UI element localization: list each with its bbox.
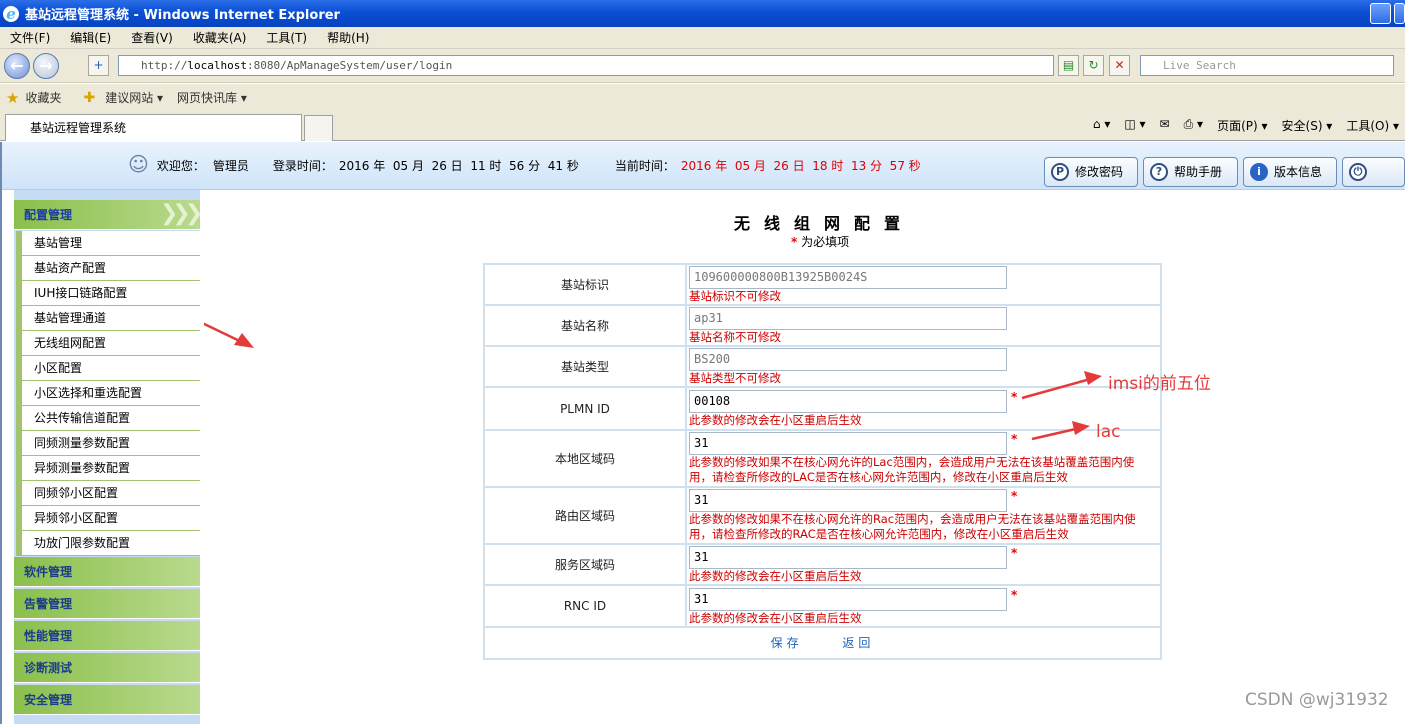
menu-tools[interactable]: 工具(T) [266, 29, 307, 46]
power-icon: ⏻ [1349, 163, 1367, 181]
section-security[interactable]: 安全管理 [14, 685, 200, 715]
annotation-lac: lac [1096, 422, 1121, 442]
section-config[interactable]: 配置管理 ❯❯❯ [14, 200, 203, 230]
search-input[interactable]: Live Search [1140, 55, 1394, 76]
menu-file[interactable]: 文件(F) [10, 29, 50, 46]
section-config-label: 配置管理 [24, 208, 73, 222]
address-prefix: http:// [141, 59, 188, 72]
menu-view[interactable]: 查看(V) [131, 29, 173, 46]
sidebar-item-inter-freq[interactable]: 异频测量参数配置 [16, 456, 200, 481]
sidebar-item-inter-neighbor[interactable]: 异频邻小区配置 [16, 506, 200, 531]
welcome-user: 管理员 [212, 159, 249, 173]
logout-button[interactable]: ⏻注 销 [1342, 157, 1405, 187]
command-bar: ⌂ ▾ ◫ ▾ ✉ ⎙ ▾ 页面(P) ▾ 安全(S) ▾ 工具(O) ▾ [1093, 117, 1399, 134]
section-alarm[interactable]: 告警管理 [14, 589, 200, 619]
new-tab-button[interactable] [304, 115, 333, 141]
forward-button[interactable]: → [33, 53, 59, 79]
feeds-icon[interactable]: ◫ ▾ [1124, 117, 1145, 134]
sidebar-item-station-mgmt[interactable]: 基站管理 [16, 231, 200, 256]
annotation-imsi: imsi的前五位 [1108, 374, 1211, 394]
info-icon: i [1250, 163, 1268, 181]
help-manual-button[interactable]: ? 帮助手册 [1143, 157, 1238, 187]
section-software[interactable]: 软件管理 [14, 557, 200, 587]
address-path: :8080/ApManageSystem/user/login [246, 59, 453, 72]
maximize-button[interactable] [1394, 3, 1405, 24]
menu-edit[interactable]: 编辑(E) [70, 29, 111, 46]
compat-icon[interactable]: ▤ [1058, 55, 1079, 76]
chevrons-icon: ❯❯❯ [160, 201, 203, 226]
sidebar-item-cell-config[interactable]: 小区配置 [16, 356, 200, 381]
page-viewport: ☺ 欢迎您： 管理员 登录时间： 2016 年 05 月 26 日 11 时 5… [0, 142, 1405, 724]
arrow-imsi [1021, 376, 1095, 400]
arrow-imsi-head [1084, 371, 1102, 385]
fav-web-slice[interactable]: 网页快讯库 ▾ [177, 89, 247, 106]
sidebar: 配置管理 ❯❯❯ 基站管理 基站资产配置 IUH接口链路配置 基站管理通道 无线… [2, 190, 204, 724]
stop-icon[interactable]: ✕ [1109, 55, 1130, 76]
login-time-label: 登录时间： [272, 159, 333, 173]
user-avatar-icon: ☺ [128, 152, 149, 176]
home-icon[interactable]: ⌂ ▾ [1093, 117, 1110, 134]
fav-suggested-sites[interactable]: 建议网站 ▾ [105, 89, 163, 106]
menu-favorites[interactable]: 收藏夹(A) [193, 29, 247, 46]
arrow-sidebar-head [234, 333, 254, 348]
sidebar-item-asset-config[interactable]: 基站资产配置 [16, 256, 200, 281]
favorites-label[interactable]: 收藏夹 [25, 89, 61, 106]
cmd-tools[interactable]: 工具(O) ▾ [1346, 117, 1399, 134]
address-host: localhost [187, 59, 247, 72]
sidebar-item-iuh-link[interactable]: IUH接口链路配置 [16, 281, 200, 306]
tab-bar: 基站远程管理系统 ⌂ ▾ ◫ ▾ ✉ ⎙ ▾ 页面(P) ▾ 安全(S) ▾ 工… [0, 111, 1405, 141]
sidebar-item-mgmt-channel[interactable]: 基站管理通道 [16, 306, 200, 331]
help-manual-label: 帮助手册 [1174, 165, 1223, 179]
arrow-lac-head [1072, 421, 1090, 435]
welcome-line: ☺ 欢迎您： 管理员 登录时间： 2016 年 05 月 26 日 11 时 5… [128, 152, 921, 176]
menu-bar: 文件(F) 编辑(E) 查看(V) 收藏夹(A) 工具(T) 帮助(H) [0, 27, 1405, 49]
cmd-page[interactable]: 页面(P) ▾ [1217, 117, 1267, 134]
sidebar-item-intra-neighbor[interactable]: 同频邻小区配置 [16, 481, 200, 506]
sidebar-item-pa-threshold[interactable]: 功放门限参数配置 [16, 531, 200, 556]
ie-logo-icon: e [3, 5, 19, 22]
mail-icon[interactable]: ✉ [1160, 117, 1170, 134]
section-performance[interactable]: 性能管理 [14, 621, 200, 651]
star-icon: ★ [6, 88, 20, 107]
help-icon: ? [1150, 163, 1168, 181]
current-time: 2016 年 05 月 26 日 18 时 13 分 57 秒 [680, 159, 921, 173]
version-info-button[interactable]: i 版本信息 [1243, 157, 1337, 187]
sidebar-item-cell-reselect[interactable]: 小区选择和重选配置 [16, 381, 200, 406]
annotation-arrows [204, 322, 1102, 441]
watermark: CSDN @wj31932 [1245, 690, 1389, 710]
address-input[interactable]: http://localhost:8080/ApManageSystem/use… [118, 55, 1054, 76]
key-icon: P [1051, 163, 1069, 181]
change-password-button[interactable]: P 修改密码 [1044, 157, 1138, 187]
favorites-bar: ★ 收藏夹 ✚ 建议网站 ▾ 网页快讯库 ▾ [0, 84, 1405, 111]
add-tab-icon[interactable]: + [88, 55, 109, 76]
add-favorite-icon[interactable]: ✚ [83, 90, 95, 106]
login-time: 2016 年 05 月 26 日 11 时 56 分 41 秒 [338, 159, 579, 173]
minimize-button[interactable] [1370, 3, 1391, 24]
refresh-icon[interactable]: ↻ [1083, 55, 1104, 76]
sidebar-item-intra-freq[interactable]: 同频测量参数配置 [16, 431, 200, 456]
address-toolbar: ← → + http://localhost:8080/ApManageSyst… [0, 49, 1405, 83]
current-time-label: 当前时间： [614, 159, 675, 173]
cmd-safety[interactable]: 安全(S) ▾ [1282, 117, 1333, 134]
sidebar-item-common-channel[interactable]: 公共传输信道配置 [16, 406, 200, 431]
back-button[interactable]: ← [4, 53, 30, 79]
main-content: 无线组网配置 * 为必填项 基站标识 109600000800B13925B00… [204, 190, 1405, 724]
section-diagnostics[interactable]: 诊断测试 [14, 653, 200, 683]
welcome-label: 欢迎您： [156, 159, 205, 173]
menu-help[interactable]: 帮助(H) [327, 29, 369, 46]
version-info-label: 版本信息 [1274, 165, 1323, 179]
window-title: 基站远程管理系统 - Windows Internet Explorer [25, 8, 340, 23]
app-header: ☺ 欢迎您： 管理员 登录时间： 2016 年 05 月 26 日 11 时 5… [2, 142, 1405, 190]
sidebar-item-wireless-network[interactable]: 无线组网配置 [16, 331, 200, 356]
tab-current[interactable]: 基站远程管理系统 [5, 114, 302, 141]
arrow-lac [1031, 426, 1081, 441]
print-icon[interactable]: ⎙ ▾ [1184, 117, 1203, 134]
window-title-bar: e 基站远程管理系统 - Windows Internet Explorer [0, 0, 1405, 27]
change-password-label: 修改密码 [1075, 165, 1124, 179]
